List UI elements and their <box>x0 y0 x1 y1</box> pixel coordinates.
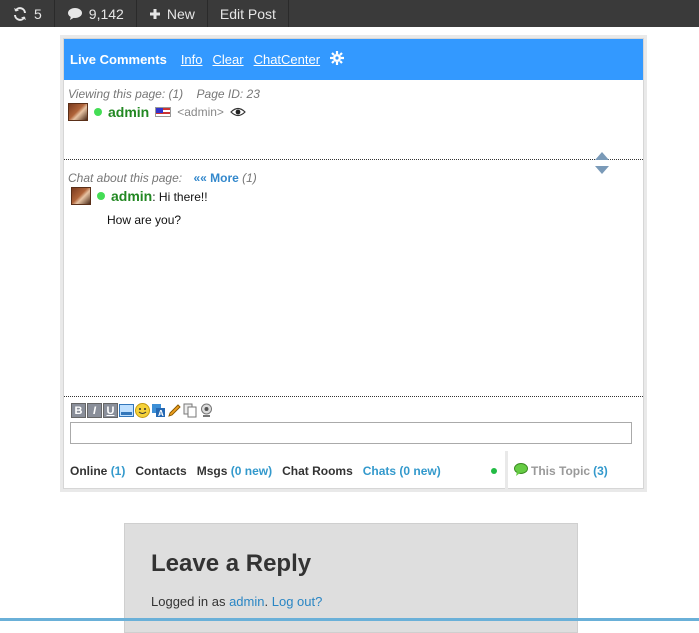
clear-link[interactable]: Clear <box>213 52 244 67</box>
image-icon[interactable] <box>119 403 134 418</box>
new-label: New <box>166 5 195 22</box>
avatar[interactable] <box>68 103 88 121</box>
new-button[interactable]: New <box>137 0 208 27</box>
underline-button[interactable]: U <box>103 403 118 418</box>
message-text: : Hi there!! <box>152 190 208 204</box>
user-profile-link[interactable]: admin <box>229 594 264 609</box>
tab-contacts[interactable]: Contacts <box>135 464 186 478</box>
more-count: (1) <box>242 171 257 185</box>
logout-link[interactable]: Log out? <box>272 594 323 609</box>
translate-icon[interactable]: A <box>151 403 166 418</box>
chat-tabs-bar: Online (1) Contacts Msgs (0 new) Chat Ro… <box>64 451 643 490</box>
this-topic-label: This Topic <box>531 463 591 478</box>
tab-chats[interactable]: Chats (0 new) <box>363 464 441 478</box>
tab-chat-rooms[interactable]: Chat Rooms <box>282 464 353 478</box>
bold-button[interactable]: B <box>71 403 86 418</box>
copy-icon[interactable] <box>183 403 198 418</box>
live-comments-title: Live Comments <box>70 52 167 67</box>
logged-in-prefix: Logged in as <box>151 594 226 609</box>
viewing-info: Viewing this page: (1) Page ID: 23 <box>68 87 260 101</box>
online-status-icon <box>97 192 105 200</box>
message-author[interactable]: admin <box>111 188 152 204</box>
svg-text:A: A <box>158 409 164 418</box>
chat-bubble-icon <box>514 462 528 479</box>
chat-input[interactable] <box>70 422 632 444</box>
updates-count: 5 <box>34 5 42 22</box>
section-divider <box>64 396 643 397</box>
webcam-icon[interactable] <box>199 403 214 418</box>
chat-message: admin: Hi there!! <box>71 187 208 205</box>
tab-online-label: Online <box>70 463 108 478</box>
live-comments-widget: Live Comments Info Clear ChatCenter View… <box>60 35 647 492</box>
live-comments-header: Live Comments Info Clear ChatCenter <box>64 39 643 80</box>
this-topic-count: (3) <box>593 463 608 478</box>
updates-button[interactable]: 5 <box>0 0 55 27</box>
viewer-role: <admin> <box>177 105 224 119</box>
info-link[interactable]: Info <box>181 52 203 67</box>
viewer-name[interactable]: admin <box>108 104 149 120</box>
plus-icon <box>149 8 161 20</box>
tab-msgs-label: Msgs <box>196 463 228 478</box>
comments-button[interactable]: 9,142 <box>55 0 137 27</box>
comment-bubble-icon <box>67 7 83 21</box>
live-comments-panel: Live Comments Info Clear ChatCenter View… <box>63 38 644 490</box>
smiley-icon[interactable] <box>135 403 150 418</box>
chat-about-label: Chat about this page: <box>68 171 183 185</box>
edit-post-label: Edit Post <box>219 5 276 22</box>
page-id-label: Page ID: 23 <box>196 87 260 101</box>
pencil-icon[interactable] <box>167 403 182 418</box>
chatcenter-link[interactable]: ChatCenter <box>254 52 320 67</box>
section-divider <box>64 159 643 160</box>
resize-arrows-icon[interactable] <box>595 151 609 175</box>
more-link[interactable]: «« More <box>193 171 238 185</box>
refresh-icon <box>12 6 28 21</box>
format-toolbar: B I U A <box>71 403 214 418</box>
tab-online[interactable]: Online (1) <box>70 464 125 478</box>
italic-button[interactable]: I <box>87 403 102 418</box>
viewing-label: Viewing this page: (1) <box>68 87 184 101</box>
message-text-line2: How are you? <box>107 213 182 227</box>
leave-reply-section: Leave a Reply Logged in as admin. Log ou… <box>124 523 578 633</box>
chat-about-row: Chat about this page: «« More (1) <box>68 171 257 185</box>
this-topic-tab[interactable]: This Topic (3) <box>505 451 643 490</box>
tab-online-count: (1) <box>110 463 126 478</box>
reply-title: Leave a Reply <box>151 550 312 577</box>
gear-icon[interactable] <box>330 51 345 68</box>
viewer-row: admin <admin> <box>68 103 246 121</box>
online-indicator-icon <box>491 467 497 474</box>
online-status-icon <box>94 108 102 116</box>
logged-in-info: Logged in as admin. Log out? <box>151 594 323 609</box>
comments-count: 9,142 <box>88 5 124 22</box>
avatar[interactable] <box>71 187 91 205</box>
tab-msgs[interactable]: Msgs (0 new) <box>197 464 272 478</box>
tab-msgs-count: (0 new) <box>230 463 273 478</box>
admin-bar: 5 9,142 New Edit Post <box>0 0 699 27</box>
us-flag-icon <box>155 107 172 117</box>
edit-post-button[interactable]: Edit Post <box>208 0 289 27</box>
eye-icon[interactable] <box>230 105 246 120</box>
